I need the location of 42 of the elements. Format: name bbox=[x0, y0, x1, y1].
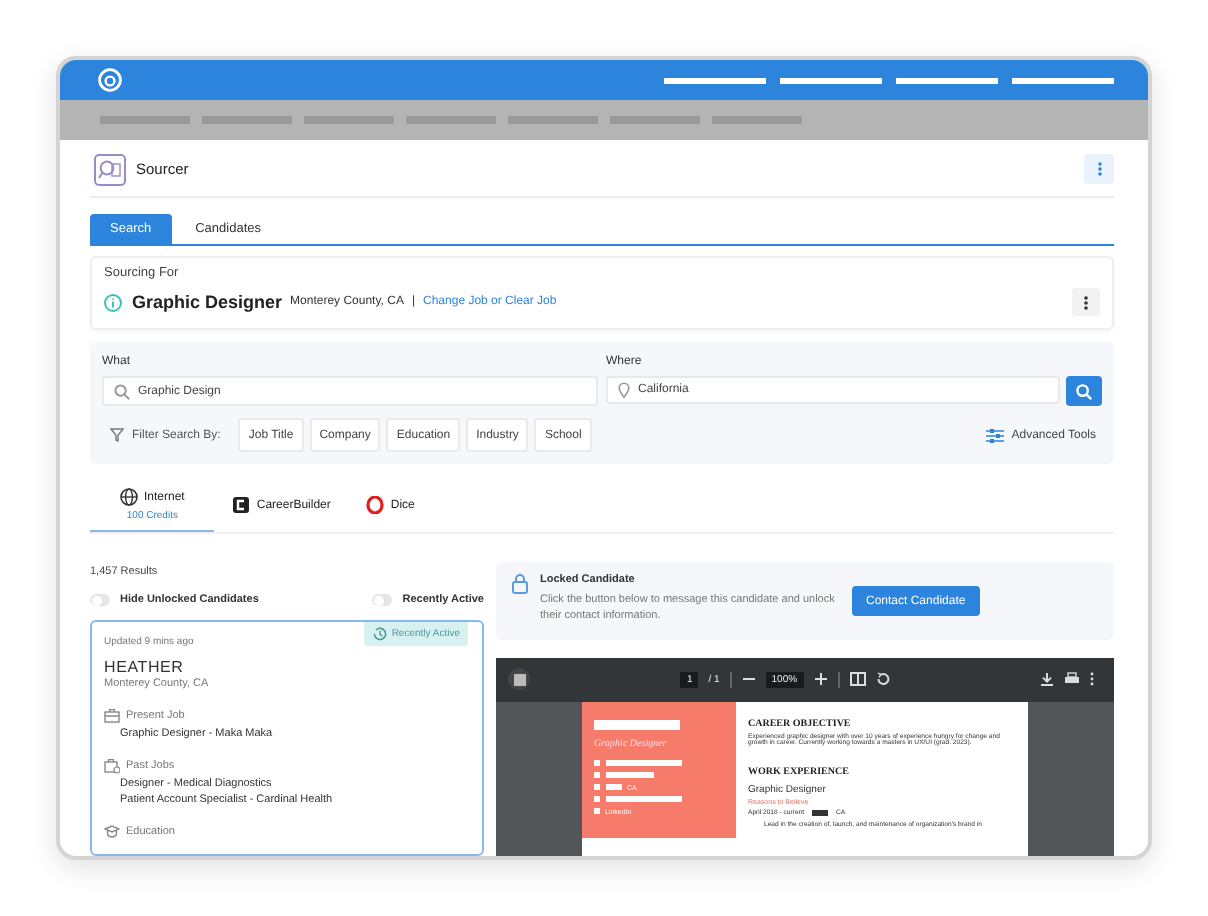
job-title: Graphic Designer bbox=[132, 292, 283, 312]
menu-placeholder-bar[interactable] bbox=[1012, 77, 1114, 83]
fit-page-icon bbox=[849, 672, 866, 686]
menu-placeholder-bar[interactable] bbox=[664, 77, 766, 83]
globe-icon bbox=[120, 488, 138, 506]
briefcase-icon bbox=[104, 708, 120, 724]
zoom-out-icon bbox=[741, 672, 756, 686]
zoom-in-icon bbox=[813, 672, 828, 686]
search-icon bbox=[1076, 383, 1092, 399]
download-icon bbox=[1040, 672, 1055, 686]
filter-icon bbox=[110, 428, 124, 442]
redacted-text bbox=[605, 784, 621, 790]
rotate-icon bbox=[875, 672, 890, 686]
location-pin-icon bbox=[618, 382, 630, 398]
more-vertical-icon bbox=[1090, 672, 1095, 686]
redacted-text bbox=[605, 772, 653, 778]
toggle-switch[interactable] bbox=[90, 594, 110, 606]
sliders-icon bbox=[985, 427, 1004, 443]
menu-placeholder-bar[interactable] bbox=[780, 77, 882, 83]
redacted-text bbox=[605, 760, 681, 766]
sidebar-button[interactable] bbox=[508, 668, 530, 690]
info-icon bbox=[104, 293, 122, 311]
redacted-text bbox=[605, 796, 681, 802]
square-icon bbox=[513, 673, 525, 685]
square-logo-icon bbox=[232, 496, 251, 514]
more-options-button[interactable] bbox=[1084, 154, 1114, 184]
menu-placeholder-bar[interactable] bbox=[896, 77, 998, 83]
toggle-switch[interactable] bbox=[372, 594, 393, 606]
search-icon bbox=[114, 383, 130, 399]
briefcase-icon bbox=[104, 758, 120, 774]
search-button[interactable] bbox=[1066, 376, 1102, 406]
graduation-cap-icon bbox=[104, 824, 120, 840]
candidate-name: HEATHER bbox=[104, 658, 186, 676]
lock-icon bbox=[512, 574, 528, 594]
redacted-name bbox=[594, 719, 680, 729]
spiral-logo-icon bbox=[98, 68, 122, 92]
search-document-icon bbox=[94, 153, 126, 185]
more-options-button[interactable] bbox=[1072, 288, 1100, 316]
ring-logo-icon bbox=[366, 496, 385, 514]
redacted-text bbox=[812, 810, 829, 816]
clock-icon bbox=[371, 626, 388, 642]
printer-icon bbox=[1064, 672, 1081, 686]
